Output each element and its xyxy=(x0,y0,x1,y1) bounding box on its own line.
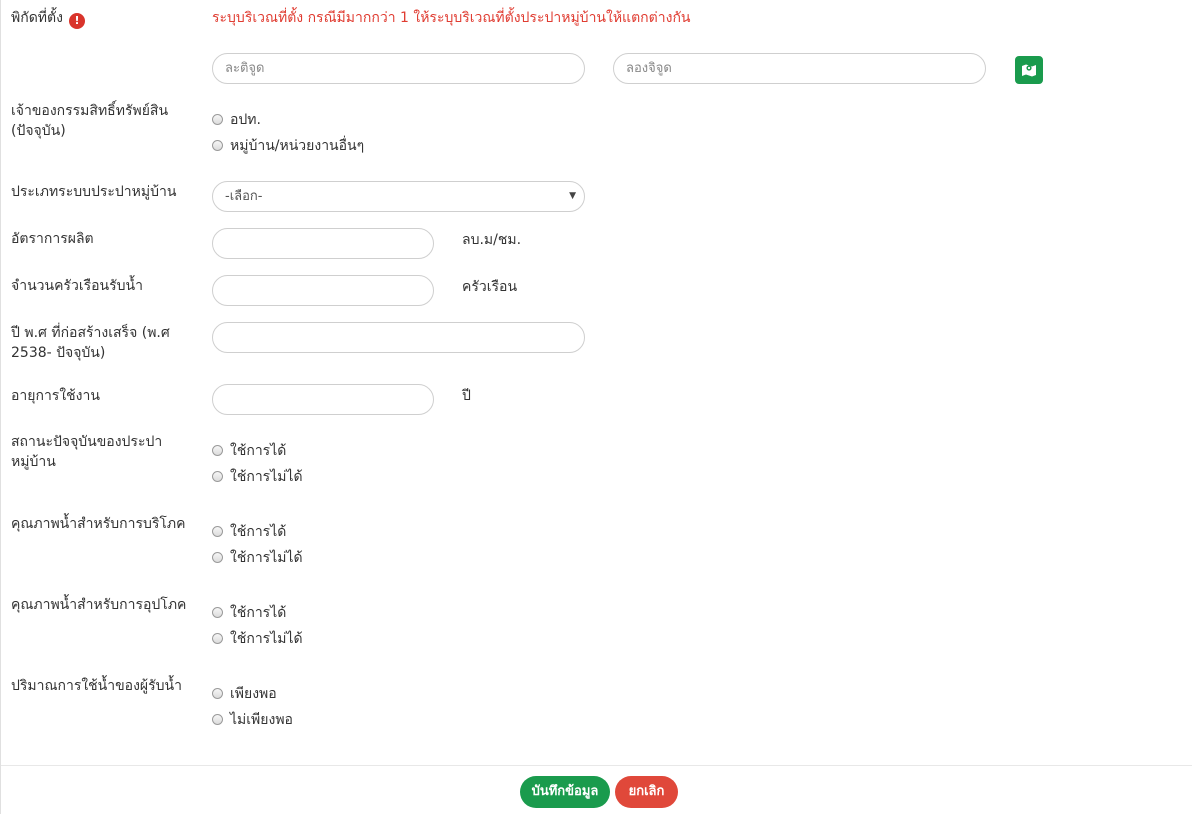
option-label: ใช้การไม่ได้ xyxy=(230,469,303,485)
footer-divider xyxy=(1,765,1192,766)
radio-button[interactable] xyxy=(212,688,223,699)
latitude-input[interactable]: ละติจูด xyxy=(212,53,585,84)
system-type-select[interactable]: -เลือก- ▼ xyxy=(212,181,585,212)
ownership-option-2[interactable]: หมู่บ้าน/หน่วยงานอื่นๆ xyxy=(212,136,364,156)
option-label: ใช้การได้ xyxy=(230,524,287,540)
radio-button[interactable] xyxy=(212,445,223,456)
option-label: ใช้การได้ xyxy=(230,443,287,459)
build-year-label: ปี พ.ศ ที่ก่อสร้างเสร็จ (พ.ศ 2538- ปัจจุ… xyxy=(11,325,170,361)
production-rate-label: อัตราการผลิต xyxy=(11,231,94,247)
production-rate-input[interactable] xyxy=(212,228,434,259)
households-unit: ครัวเรือน xyxy=(462,279,518,295)
quality-use-label: คุณภาพน้ำสำหรับการอุปโภค xyxy=(11,597,187,613)
exclamation-circle-icon: ! xyxy=(68,13,85,29)
option-label: อปท. xyxy=(230,112,261,128)
coordinates-note: ระบุบริเวณที่ตั้ง กรณีมีมากกว่า 1 ให้ระบ… xyxy=(212,10,691,26)
map-picker-button[interactable] xyxy=(1015,56,1043,84)
system-type-label: ประเภทระบบประปาหมู่บ้าน xyxy=(11,184,177,200)
radio-button[interactable] xyxy=(212,607,223,618)
radio-button[interactable] xyxy=(212,114,223,125)
households-input[interactable] xyxy=(212,275,434,306)
radio-button[interactable] xyxy=(212,552,223,563)
option-label: ไม่เพียงพอ xyxy=(230,712,293,728)
quality-drinking-option-2[interactable]: ใช้การไม่ได้ xyxy=(212,548,303,568)
service-age-label: อายุการใช้งาน xyxy=(11,388,100,404)
option-label: ใช้การได้ xyxy=(230,605,287,621)
longitude-placeholder: ลองจิจูด xyxy=(626,61,672,76)
quality-use-option-1[interactable]: ใช้การได้ xyxy=(212,603,286,623)
production-rate-unit: ลบ.ม/ชม. xyxy=(462,232,522,248)
option-label: หมู่บ้าน/หน่วยงานอื่นๆ xyxy=(230,138,365,154)
option-label: ใช้การไม่ได้ xyxy=(230,550,303,566)
current-status-option-2[interactable]: ใช้การไม่ได้ xyxy=(212,467,303,487)
service-age-input[interactable] xyxy=(212,384,434,415)
option-label: เพียงพอ xyxy=(230,686,277,702)
longitude-input[interactable]: ลองจิจูด xyxy=(613,53,986,84)
quality-drinking-option-1[interactable]: ใช้การได้ xyxy=(212,522,286,542)
quality-use-option-2[interactable]: ใช้การไม่ได้ xyxy=(212,629,303,649)
current-status-label: สถานะปัจจุบันของประปาหมู่บ้าน xyxy=(11,434,163,470)
radio-button[interactable] xyxy=(212,526,223,537)
current-status-option-1[interactable]: ใช้การได้ xyxy=(212,441,286,461)
form-panel: พิกัดที่ตั้ง! ระบุบริเวณที่ตั้ง กรณีมีมา… xyxy=(0,0,1192,814)
coordinates-label-text: พิกัดที่ตั้ง xyxy=(11,10,63,26)
caret-down-icon: ▼ xyxy=(569,191,576,201)
quality-drinking-label: คุณภาพน้ำสำหรับการบริโภค xyxy=(11,516,186,532)
coordinates-label: พิกัดที่ตั้ง! xyxy=(11,8,196,29)
cancel-button[interactable]: ยกเลิก xyxy=(615,776,678,808)
households-label: จำนวนครัวเรือนรับน้ำ xyxy=(11,278,143,294)
water-amount-option-2[interactable]: ไม่เพียงพอ xyxy=(212,710,293,730)
system-type-selected: -เลือก- xyxy=(225,189,263,204)
option-label: ใช้การไม่ได้ xyxy=(230,631,303,647)
radio-button[interactable] xyxy=(212,633,223,644)
service-age-unit: ปี xyxy=(462,388,471,404)
radio-button[interactable] xyxy=(212,140,223,151)
save-button[interactable]: บันทึกข้อมูล xyxy=(520,776,610,808)
water-amount-option-1[interactable]: เพียงพอ xyxy=(212,684,277,704)
ownership-label: เจ้าของกรรมสิทธิ์ทรัพย์สิน (ปัจจุบัน) xyxy=(11,103,169,139)
ownership-option-1[interactable]: อปท. xyxy=(212,110,261,130)
latitude-placeholder: ละติจูด xyxy=(225,61,265,76)
build-year-input[interactable] xyxy=(212,322,585,353)
radio-button[interactable] xyxy=(212,714,223,725)
map-marker-icon xyxy=(1022,64,1036,77)
water-amount-label: ปริมาณการใช้น้ำของผู้รับน้ำ xyxy=(11,678,182,694)
radio-button[interactable] xyxy=(212,471,223,482)
